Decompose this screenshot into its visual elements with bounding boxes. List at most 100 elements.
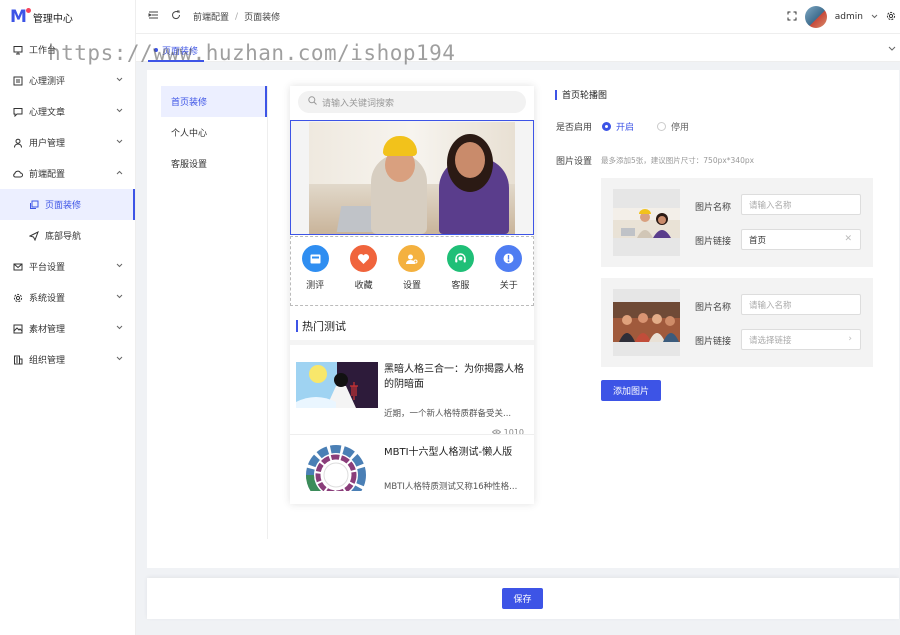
nav-label: 客服 — [451, 281, 470, 291]
user-icon — [12, 137, 23, 148]
link-value: 首页 — [749, 235, 767, 246]
monitor-icon — [12, 44, 23, 55]
search-bar[interactable]: 请输入关键词搜索 — [298, 91, 526, 113]
nav-settings[interactable]: 设置 — [398, 245, 426, 305]
sidebar-item-workbench[interactable]: 工作台 — [0, 34, 135, 65]
article-views: 1010 — [491, 428, 524, 437]
sub-nav: 首页装修 个人中心 客服设置 — [161, 86, 268, 539]
sidebar-item-label: 用户管理 — [29, 139, 66, 149]
add-image-button[interactable]: 添加图片 — [601, 380, 661, 401]
logo[interactable]: M 管理中心 — [0, 0, 135, 34]
sidebar-item-label: 页面装修 — [45, 201, 82, 211]
active-dot — [154, 48, 158, 52]
info-icon — [495, 245, 523, 272]
search-icon — [308, 96, 317, 108]
image-link-label: 图片链接 — [695, 237, 732, 247]
send-icon — [28, 230, 39, 241]
sidebar-item-articles[interactable]: 心理文章 — [0, 96, 135, 127]
menu-fold-icon[interactable] — [148, 10, 159, 23]
image-link-label: 图片链接 — [695, 337, 732, 347]
avatar[interactable] — [804, 6, 827, 28]
banner-image — [309, 122, 515, 234]
article-desc: MBTI人格特质测试又称16种性格... — [384, 482, 518, 492]
enable-label: 是否启用 — [556, 123, 593, 133]
subnav-personal-center[interactable]: 个人中心 — [161, 117, 267, 148]
subnav-home-decoration[interactable]: 首页装修 — [161, 86, 267, 117]
clear-icon[interactable]: ✕ — [844, 234, 852, 244]
message-icon — [12, 106, 23, 117]
image-thumbnail[interactable] — [613, 289, 680, 356]
image-link-input[interactable]: 首页 ✕ — [741, 229, 861, 250]
gear-icon[interactable] — [886, 11, 896, 24]
article-thumbnail — [296, 362, 378, 408]
article-title: MBTI十六型人格测试-懒人版 — [384, 447, 513, 458]
sidebar-item-label: 底部导航 — [45, 232, 82, 242]
refresh-icon[interactable] — [171, 10, 181, 23]
fullscreen-icon[interactable] — [787, 11, 797, 24]
article-card[interactable]: 黑暗人格三合一：为你揭露人格的阴暗面 近期，一个新人格特质群备受关... 101… — [296, 362, 528, 437]
gear-icon — [12, 292, 23, 303]
image-settings-label: 图片设置 — [556, 157, 593, 167]
title-marker — [555, 89, 557, 100]
sidebar-item-frontend-config[interactable]: 前端配置 — [0, 158, 135, 189]
sidebar: M 管理中心 工作台 心理测评 心理文章 用户管理 前端配置 页面装修 底部导航… — [0, 0, 136, 635]
article-card[interactable]: MBTI十六型人格测试-懒人版 MBTI人格特质测试又称16种性格... 184… — [296, 445, 528, 504]
tab-page-decoration[interactable]: 页面装修 — [148, 40, 205, 62]
search-placeholder: 请输入关键词搜索 — [322, 98, 395, 109]
nav-assessment[interactable]: 测评 — [301, 245, 329, 305]
nav-label: 设置 — [402, 281, 421, 291]
radio-enable-on[interactable]: 开启 — [602, 120, 634, 133]
radio-label: 开启 — [616, 123, 635, 133]
icon-nav: 测评 收藏 设置 客服 关于 — [290, 236, 534, 306]
save-button[interactable]: 保存 — [502, 588, 543, 609]
copy-icon — [28, 199, 39, 210]
breadcrumb-item[interactable]: 前端配置 — [193, 10, 229, 23]
topbar: 前端配置 / 页面装修 admin — [136, 0, 900, 34]
radio-enable-off[interactable]: 停用 — [657, 120, 689, 133]
mail-icon — [12, 261, 23, 272]
headset-icon — [446, 245, 474, 272]
username[interactable]: admin — [835, 12, 863, 22]
chevron-right-icon: › — [848, 334, 852, 344]
sidebar-item-page-decoration[interactable]: 页面装修 — [0, 189, 135, 220]
tab-bar: 页面装修 — [136, 34, 900, 62]
nav-favorites[interactable]: 收藏 — [350, 245, 378, 305]
logo-mark: M — [10, 7, 31, 27]
sidebar-item-organization[interactable]: 组织管理 — [0, 344, 135, 375]
image-thumbnail[interactable] — [613, 189, 680, 256]
radio-label: 停用 — [671, 123, 690, 133]
eye-icon — [491, 428, 501, 437]
banner-carousel[interactable] — [290, 120, 534, 235]
image-name-label: 图片名称 — [695, 203, 732, 213]
nav-customer-service[interactable]: 客服 — [446, 245, 474, 305]
building-icon — [12, 354, 23, 365]
chevron-down-icon[interactable] — [888, 44, 896, 54]
radio-circle — [657, 122, 666, 131]
hot-title-text: 热门测试 — [302, 320, 346, 333]
image-link-select[interactable]: 请选择链接 › — [741, 329, 861, 350]
app-title: 管理中心 — [32, 13, 73, 25]
title-marker — [296, 320, 298, 332]
subnav-service-settings[interactable]: 客服设置 — [161, 148, 267, 179]
nav-label: 测评 — [306, 281, 325, 291]
clipboard-icon — [12, 75, 23, 86]
breadcrumb-separator: / — [235, 11, 239, 22]
sidebar-item-platform-settings[interactable]: 平台设置 — [0, 251, 135, 282]
sidebar-item-system-settings[interactable]: 系统设置 — [0, 282, 135, 313]
sidebar-item-bottom-nav[interactable]: 底部导航 — [0, 220, 135, 251]
article-thumbnail — [296, 445, 378, 491]
sidebar-item-materials[interactable]: 素材管理 — [0, 313, 135, 344]
sidebar-item-users[interactable]: 用户管理 — [0, 127, 135, 158]
sidebar-item-label: 平台设置 — [29, 263, 66, 273]
link-placeholder: 请选择链接 — [749, 335, 792, 346]
image-name-input[interactable]: 请输入名称 — [741, 294, 861, 315]
article-desc: 近期，一个新人格特质群备受关... — [384, 409, 512, 419]
chevron-down-icon — [116, 292, 123, 302]
image-hint: 最多添加5张，建议图片尺寸：750px*340px — [601, 156, 755, 165]
carousel-image-card: 图片名称 请输入名称 图片链接 请选择链接 › — [601, 278, 873, 367]
image-name-input[interactable]: 请输入名称 — [741, 194, 861, 215]
chevron-down-icon[interactable] — [871, 12, 878, 22]
tab-label: 页面装修 — [162, 46, 199, 57]
nav-about[interactable]: 关于 — [495, 245, 523, 305]
sidebar-item-assessment[interactable]: 心理测评 — [0, 65, 135, 96]
